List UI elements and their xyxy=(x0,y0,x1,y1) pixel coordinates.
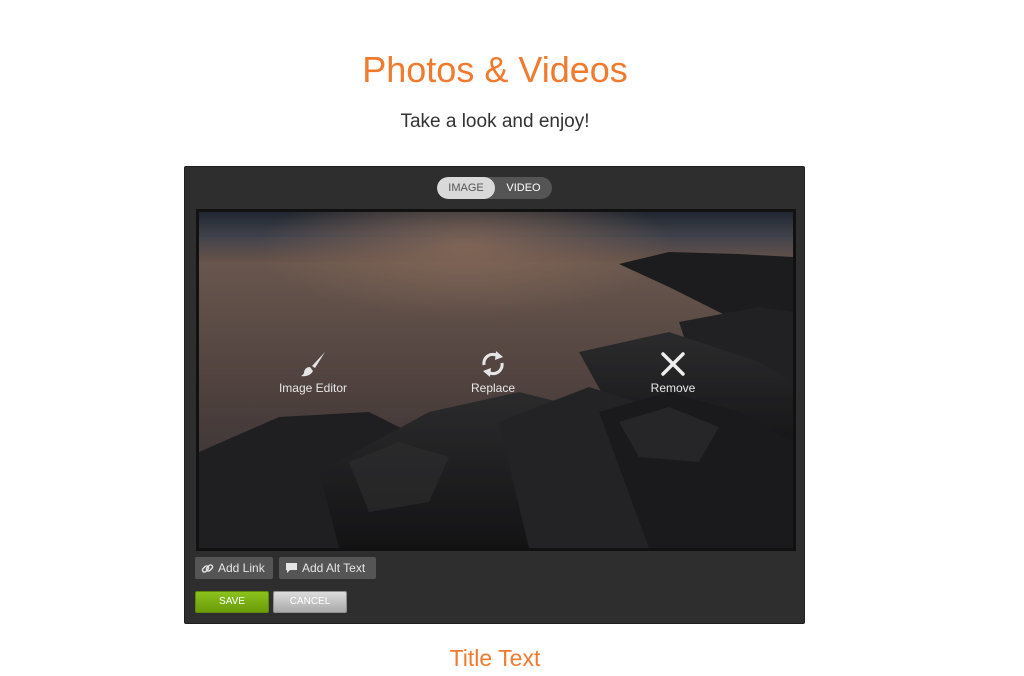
add-link-button[interactable]: Add Link xyxy=(195,557,273,579)
add-alt-text-button[interactable]: Add Alt Text xyxy=(279,557,376,579)
media-type-toggle: IMAGE VIDEO xyxy=(437,177,552,199)
image-editor-label: Image Editor xyxy=(278,381,348,395)
replace-label: Replace xyxy=(470,381,516,395)
page-subtitle: Take a look and enjoy! xyxy=(400,111,590,132)
video-toggle-option[interactable]: VIDEO xyxy=(495,177,552,199)
link-icon xyxy=(201,563,214,573)
remove-action[interactable]: Remove xyxy=(613,349,733,395)
image-preview: Image Editor Replace Remove xyxy=(196,209,796,551)
add-link-label: Add Link xyxy=(218,561,265,575)
cancel-button[interactable]: CANCEL xyxy=(273,591,347,613)
page: Photos & Videos Take a look and enjoy! I… xyxy=(0,0,1024,676)
save-button[interactable]: SAVE xyxy=(195,591,269,613)
media-editor-panel: IMAGE VIDEO Image Editor Replace Remove … xyxy=(184,166,805,624)
add-alt-text-label: Add Alt Text xyxy=(302,561,366,575)
close-icon xyxy=(661,352,685,376)
image-editor-action[interactable]: Image Editor xyxy=(253,349,373,395)
brush-icon xyxy=(301,352,325,377)
remove-label: Remove xyxy=(650,381,696,395)
replace-action[interactable]: Replace xyxy=(433,349,553,395)
caption-title: Title Text xyxy=(449,645,541,671)
comment-icon xyxy=(286,563,297,573)
refresh-icon xyxy=(482,351,504,377)
image-toggle-option[interactable]: IMAGE xyxy=(437,177,495,199)
page-title: Photos & Videos xyxy=(362,49,628,90)
